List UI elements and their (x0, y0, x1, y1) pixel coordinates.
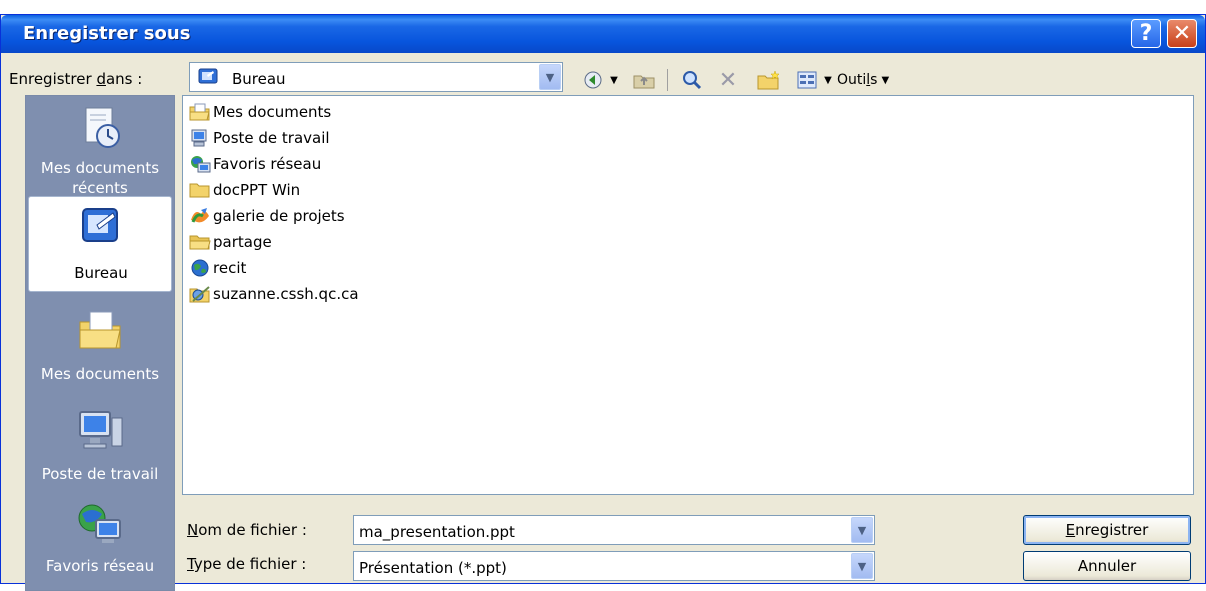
new-folder-icon[interactable] (753, 67, 785, 93)
views-dropdown-icon[interactable]: ▼ (821, 67, 835, 93)
close-button[interactable]: ✕ (1167, 19, 1197, 48)
file-list[interactable]: Mes documents Poste de travail Favoris r… (182, 95, 1194, 495)
save-in-value: Bureau (232, 70, 286, 88)
title-bar[interactable]: Enregistrer sous ? ✕ (1, 15, 1205, 53)
chevron-down-icon[interactable]: ▼ (851, 553, 873, 579)
globe-icon (189, 258, 211, 278)
filetype-value: Présentation (*.ppt) (359, 559, 507, 577)
filetype-dropdown[interactable]: Présentation (*.ppt) ▼ (353, 551, 875, 581)
filename-label: Nom de fichier : (187, 521, 307, 539)
list-item[interactable]: recit (189, 256, 246, 280)
toolbar-separator (665, 67, 669, 93)
filename-input[interactable]: ma_presentation.ppt (359, 523, 515, 541)
up-folder-icon[interactable] (627, 67, 661, 93)
search-web-icon[interactable] (677, 67, 707, 93)
chevron-down-icon[interactable]: ▼ (851, 517, 873, 543)
list-item[interactable]: Poste de travail (189, 126, 330, 150)
folder-icon (189, 180, 211, 200)
network-places-icon (76, 502, 124, 546)
list-item[interactable]: suzanne.cssh.qc.ca (189, 282, 359, 306)
shortcut-icon (189, 206, 211, 226)
list-item[interactable]: Favoris réseau (189, 152, 321, 176)
save-in-label: Enregistrer dans : (9, 70, 143, 88)
desktop-icon (198, 68, 218, 90)
documents-folder-icon (189, 102, 211, 122)
save-as-dialog: Enregistrer sous ? ✕ Enregistrer dans : … (0, 14, 1206, 591)
dialog-title: Enregistrer sous (23, 23, 191, 44)
list-item[interactable]: docPPT Win (189, 178, 300, 202)
place-my-documents[interactable]: Mes documents (28, 300, 172, 396)
cancel-button[interactable]: Annuler (1023, 551, 1191, 581)
list-item[interactable]: Mes documents (189, 100, 331, 124)
filetype-label: Type de fichier : (187, 555, 307, 573)
list-item[interactable]: partage (189, 230, 272, 254)
place-recent-documents[interactable]: Mes documents récents (28, 98, 172, 197)
list-item[interactable]: galerie de projets (189, 204, 345, 228)
place-network-places[interactable]: Favoris réseau (28, 494, 172, 590)
views-icon[interactable] (793, 67, 821, 93)
back-dropdown-icon[interactable]: ▼ (607, 67, 621, 93)
back-icon[interactable] (579, 67, 607, 93)
help-button[interactable]: ? (1131, 19, 1161, 48)
network-icon (189, 154, 211, 174)
tools-dropdown-icon: ▼ (881, 74, 890, 86)
tools-menu[interactable]: Outi l s ▼ (837, 67, 927, 93)
delete-icon[interactable]: ✕ (713, 67, 743, 93)
ftp-icon (189, 284, 211, 304)
open-folder-icon (189, 232, 211, 252)
place-my-computer[interactable]: Poste de travail (28, 400, 172, 496)
place-desktop[interactable]: Bureau (28, 196, 172, 292)
save-in-dropdown[interactable]: Bureau ▼ (189, 62, 563, 92)
chevron-down-icon[interactable]: ▼ (539, 64, 561, 90)
places-bar: Mes documents récents Bureau Mes document… (25, 95, 175, 591)
desktop-icon (77, 205, 125, 249)
computer-icon (189, 128, 211, 148)
recent-documents-icon (76, 106, 124, 150)
filename-field[interactable]: ma_presentation.ppt ▼ (353, 515, 875, 545)
my-computer-icon (76, 408, 124, 452)
my-documents-icon (76, 308, 124, 352)
save-button[interactable]: Enregistrer (1023, 515, 1191, 545)
